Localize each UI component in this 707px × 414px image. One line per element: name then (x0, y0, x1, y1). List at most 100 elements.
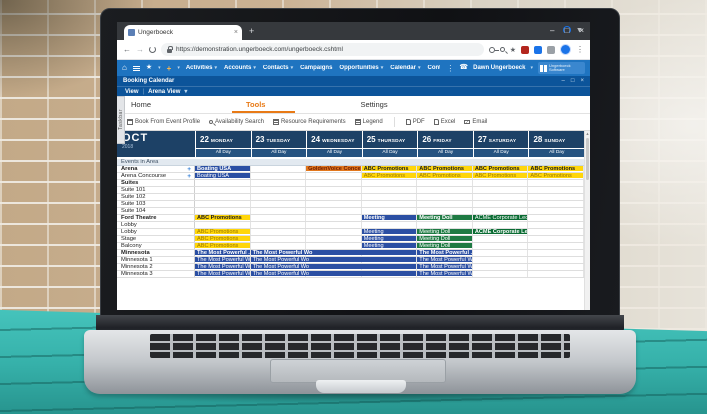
day-header[interactable]: 24WEDNESDAY (306, 131, 362, 148)
allday-cell[interactable]: All Day (195, 149, 251, 157)
day-header[interactable]: 22MONDAY (195, 131, 251, 148)
day-cell[interactable] (362, 194, 418, 200)
event-bar[interactable]: ABC Promotions (473, 166, 528, 171)
event-bar[interactable]: Boating USA (195, 173, 250, 178)
event-bar[interactable]: ABC Promotions (195, 215, 250, 220)
day-cell[interactable] (251, 166, 307, 172)
search-icon[interactable] (500, 47, 505, 52)
day-cell[interactable] (251, 236, 307, 242)
event-bar[interactable]: Meeting Doll (417, 243, 472, 248)
day-cell[interactable] (362, 222, 418, 228)
refresh-view-icon[interactable] (563, 26, 571, 34)
event-bar[interactable]: ABC Promotions (417, 166, 472, 171)
event-bar[interactable]: ABC Promotions (195, 243, 250, 248)
day-cell[interactable] (195, 180, 251, 186)
menu-view[interactable]: View (125, 89, 139, 95)
add-icon[interactable]: + (167, 64, 172, 73)
browser-menu-icon[interactable]: ⋮ (576, 45, 584, 54)
scrollbar-thumb[interactable] (586, 138, 589, 180)
day-cell[interactable] (473, 271, 529, 277)
allday-cell[interactable]: All Day (306, 149, 362, 157)
day-cell[interactable] (195, 194, 251, 200)
day-cell[interactable] (251, 201, 307, 207)
event-bar[interactable]: The Most Powerful Wo (251, 264, 417, 269)
toolbar-button-excel[interactable]: Excel (434, 119, 456, 125)
day-cell[interactable] (306, 222, 362, 228)
day-cell[interactable] (473, 236, 529, 242)
favorites-star-icon[interactable]: ★ (146, 64, 152, 72)
day-cell[interactable] (473, 222, 529, 228)
day-cell[interactable] (306, 236, 362, 242)
event-bar[interactable]: Meeting (362, 243, 417, 248)
day-cell[interactable] (362, 201, 418, 207)
day-cell[interactable] (251, 243, 307, 249)
day-cell[interactable] (417, 194, 473, 200)
vertical-scrollbar[interactable]: ▲ (584, 131, 590, 310)
more-icon[interactable]: ⋮ (446, 64, 454, 73)
day-cell[interactable] (528, 264, 584, 270)
day-cell[interactable] (362, 208, 418, 214)
day-cell[interactable] (306, 201, 362, 207)
day-cell[interactable] (473, 208, 529, 214)
event-bar[interactable]: Meeting (362, 236, 417, 241)
day-cell[interactable] (417, 201, 473, 207)
event-bar[interactable]: ABC Promotions (473, 173, 528, 178)
event-bar[interactable]: Meeting (362, 215, 417, 220)
day-cell[interactable] (251, 215, 307, 221)
day-cell[interactable] (528, 229, 584, 235)
day-cell[interactable] (417, 187, 473, 193)
nav-item-opportunities[interactable]: Opportunities▾ (339, 65, 383, 71)
nav-item-contracts[interactable]: Contracts (427, 65, 440, 71)
event-bar[interactable]: Meeting Doll (417, 215, 472, 220)
key-icon[interactable] (489, 47, 495, 53)
day-cell[interactable] (528, 194, 584, 200)
toolbar-button-pdf[interactable]: PDF (406, 119, 425, 125)
day-cell[interactable] (306, 208, 362, 214)
allday-cell[interactable]: All Day (528, 149, 584, 157)
day-cell[interactable] (528, 180, 584, 186)
nav-item-calendar[interactable]: Calendar▾ (390, 65, 420, 71)
day-cell[interactable] (362, 180, 418, 186)
bookmark-star-icon[interactable]: ★ (510, 46, 516, 54)
tab-settings[interactable]: Settings (360, 96, 387, 113)
day-cell[interactable] (473, 250, 529, 256)
event-bar[interactable]: ABC Promotions (195, 236, 250, 241)
day-cell[interactable] (417, 208, 473, 214)
day-cell[interactable] (528, 250, 584, 256)
hamburger-icon[interactable] (133, 66, 140, 71)
back-icon[interactable]: ← (123, 45, 131, 54)
nav-item-campaigns[interactable]: Campaigns (300, 65, 332, 71)
day-cell[interactable] (528, 222, 584, 228)
tab-home[interactable]: Home (131, 96, 151, 113)
day-cell[interactable] (473, 187, 529, 193)
event-bar[interactable]: Boating USA (195, 166, 250, 171)
extension-icon[interactable] (534, 46, 542, 54)
url-field[interactable]: https://demonstration.ungerboeck.com/ung… (161, 43, 484, 56)
day-cell[interactable] (195, 222, 251, 228)
event-bar[interactable]: ABC Promotions (528, 173, 583, 178)
day-cell[interactable] (528, 271, 584, 277)
day-cell[interactable] (473, 201, 529, 207)
day-header[interactable]: 26FRIDAY (417, 131, 473, 148)
nav-item-activities[interactable]: Activities▾ (186, 65, 217, 71)
day-header[interactable]: 25THURSDAY (362, 131, 418, 148)
day-header[interactable]: 23TUESDAY (251, 131, 307, 148)
new-tab-button[interactable]: + (249, 26, 254, 36)
event-bar[interactable]: The Most Powerful We (417, 257, 472, 262)
day-cell[interactable] (528, 243, 584, 249)
allday-cell[interactable]: All Day (417, 149, 473, 157)
event-bar[interactable]: ABC Promotions (417, 173, 472, 178)
event-bar[interactable]: The Most Powerful We (417, 271, 472, 276)
panel-close-button[interactable]: × (580, 78, 584, 84)
add-booking-icon[interactable]: + (187, 166, 191, 172)
day-cell[interactable] (473, 257, 529, 263)
phone-icon[interactable]: ☎ (459, 64, 468, 72)
event-bar[interactable]: ACME Corporate Lectu (473, 215, 528, 220)
allday-cell[interactable]: All Day (473, 149, 529, 157)
day-cell[interactable] (528, 236, 584, 242)
home-icon[interactable]: ⌂ (122, 64, 127, 72)
panel-restore-button[interactable]: □ (571, 78, 575, 84)
refresh-icon[interactable] (149, 46, 156, 53)
day-cell[interactable] (195, 187, 251, 193)
forward-icon[interactable]: → (136, 45, 144, 54)
